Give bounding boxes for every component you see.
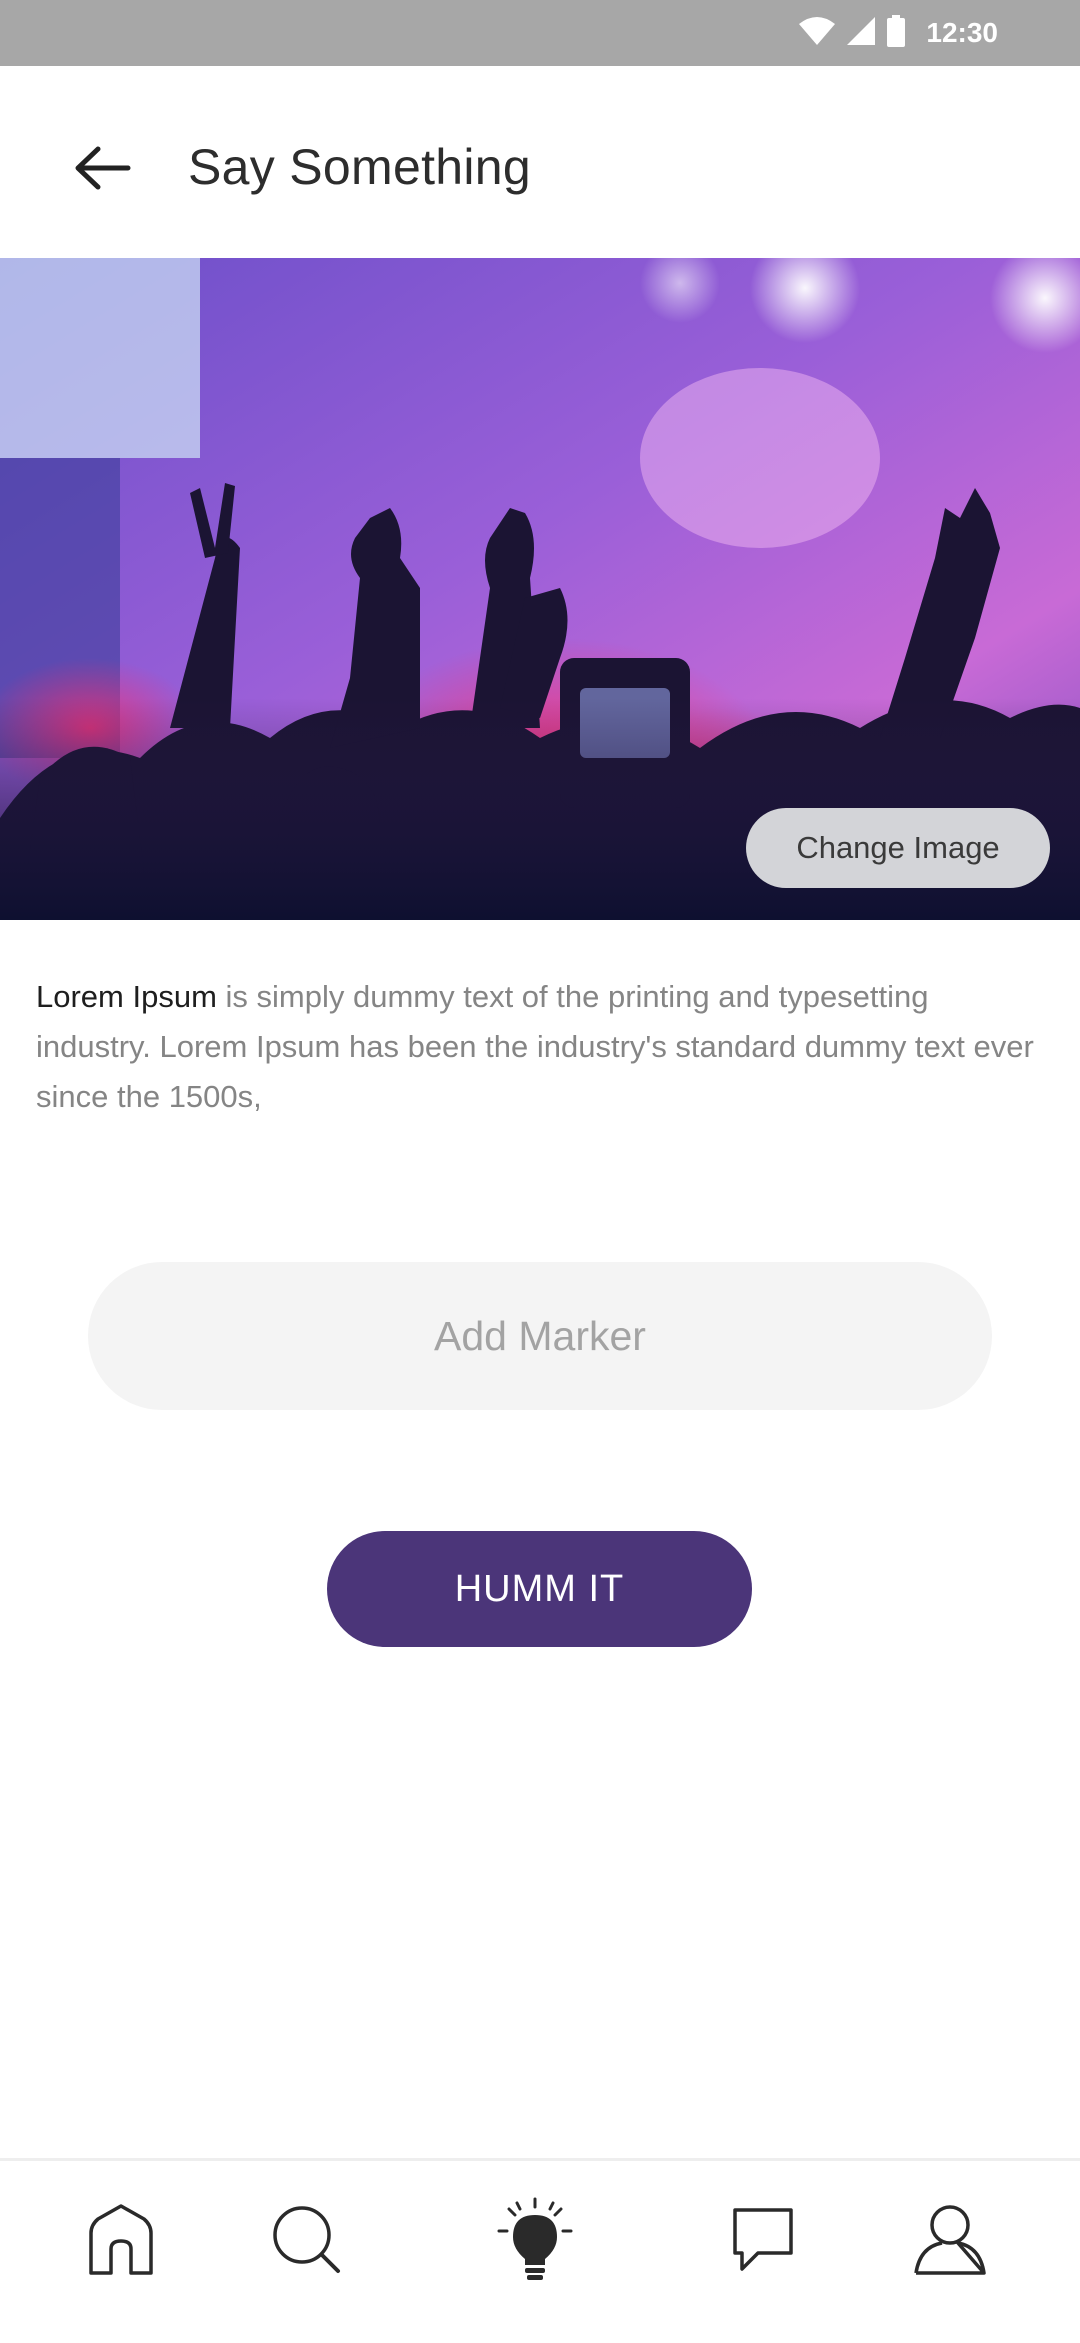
search-icon (270, 2203, 344, 2282)
back-button[interactable] (62, 140, 142, 200)
nav-home[interactable] (76, 2197, 166, 2287)
cellular-signal-icon (846, 16, 876, 51)
post-description: Lorem Ipsum is simply dummy text of the … (36, 972, 1036, 1122)
bottom-navigation (0, 2158, 1080, 2343)
post-image: Change Image (0, 258, 1080, 920)
nav-search[interactable] (262, 2197, 352, 2287)
description-lead: Lorem Ipsum (36, 979, 217, 1014)
home-icon (86, 2203, 156, 2282)
status-icons: 12:30 (798, 14, 998, 52)
arrow-left-icon (72, 143, 132, 198)
nav-messages[interactable] (718, 2197, 808, 2287)
app-header: Say Something (0, 66, 1080, 258)
status-time: 12:30 (926, 17, 998, 48)
nav-profile[interactable] (905, 2197, 995, 2287)
page-title: Say Something (188, 139, 531, 195)
profile-icon (912, 2203, 988, 2282)
wifi-icon (798, 16, 836, 51)
chat-icon (730, 2205, 796, 2280)
nav-create[interactable] (490, 2197, 580, 2287)
add-marker-field[interactable]: Add Marker (88, 1262, 992, 1410)
humm-it-button[interactable]: HUMM IT (327, 1531, 752, 1647)
battery-icon (886, 14, 906, 52)
change-image-button[interactable]: Change Image (746, 808, 1050, 888)
status-bar: 12:30 (0, 0, 1080, 66)
lightbulb-icon (495, 2195, 575, 2290)
